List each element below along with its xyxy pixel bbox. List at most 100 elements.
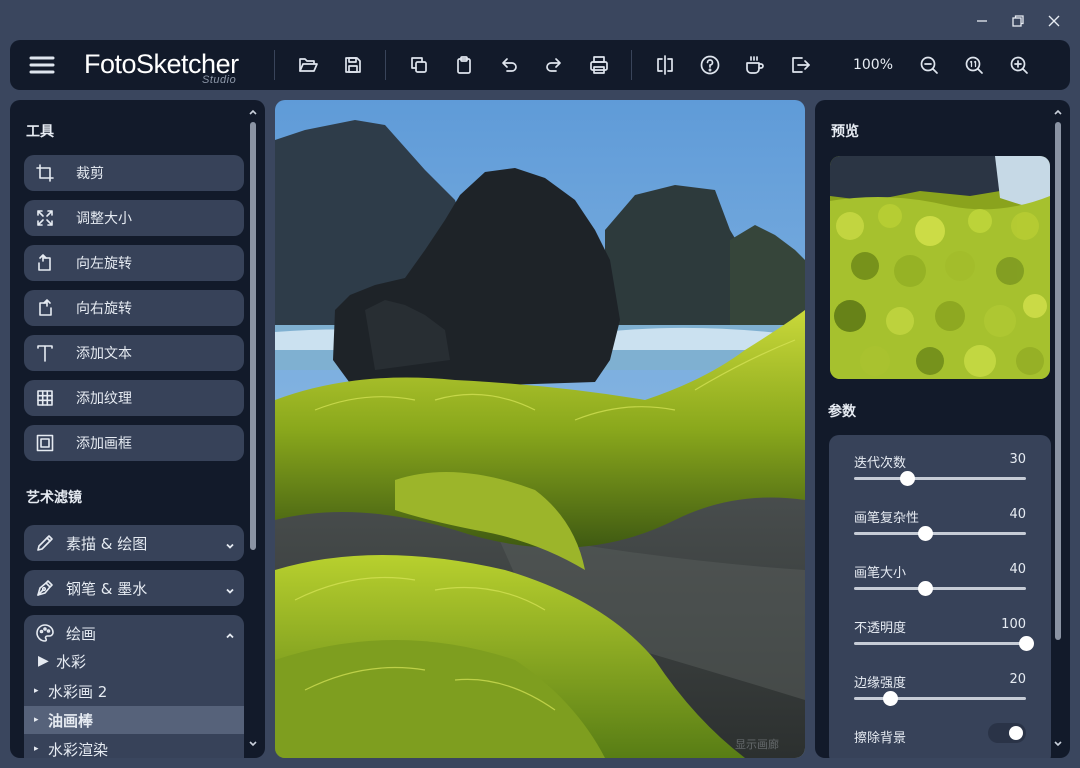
resize-label: 调整大小 <box>76 211 132 227</box>
main-toolbar: FotoSketcher Studio 100% <box>10 40 1070 90</box>
chevron-down-icon <box>249 741 257 747</box>
exit-button[interactable] <box>777 40 822 90</box>
print-icon <box>589 56 608 74</box>
crop-icon <box>24 163 66 183</box>
copy-button[interactable] <box>396 40 441 90</box>
scroll-down-button[interactable] <box>1052 740 1064 750</box>
slider-track[interactable] <box>854 587 1026 590</box>
scroll-up-button[interactable] <box>247 108 259 118</box>
rotate-right-button[interactable]: 向右旋转 <box>24 290 244 326</box>
filter-item-watercolor-2[interactable]: ▸ 水彩画 2 <box>24 677 244 705</box>
slider-track[interactable] <box>854 532 1026 535</box>
pen-nib-icon <box>24 578 66 598</box>
param-value: 100 <box>1001 617 1026 632</box>
right-scrollbar-thumb[interactable] <box>1055 122 1061 640</box>
donate-button[interactable] <box>732 40 777 90</box>
paste-icon <box>456 56 471 74</box>
save-icon <box>344 57 361 73</box>
add-text-button[interactable]: 添加文本 <box>24 335 244 371</box>
painting-group-label: 绘画 <box>66 624 97 643</box>
text-icon <box>24 343 66 363</box>
print-button[interactable] <box>576 40 621 90</box>
image-canvas[interactable]: 显示画廊 <box>275 100 805 758</box>
param-value: 40 <box>1009 562 1026 577</box>
param-label: 不透明度 <box>854 621 907 636</box>
slider-thumb[interactable] <box>883 691 899 706</box>
slider-thumb[interactable] <box>917 526 933 541</box>
toolbar-separator <box>274 50 275 80</box>
slider-track[interactable] <box>854 477 1026 480</box>
menu-button[interactable] <box>10 40 74 90</box>
sketch-filter-label: 素描 & 绘图 <box>66 534 148 553</box>
minimize-button[interactable] <box>964 10 1000 32</box>
minimize-icon <box>977 20 987 22</box>
add-texture-button[interactable]: 添加纹理 <box>24 380 244 416</box>
param-value: 30 <box>1009 452 1026 467</box>
window-controls <box>964 10 1072 32</box>
exit-icon <box>791 57 810 73</box>
preview-image <box>830 156 1050 379</box>
rotate-left-button[interactable]: 向左旋转 <box>24 245 244 281</box>
add-frame-button[interactable]: 添加画框 <box>24 425 244 461</box>
toggle-knob <box>1009 726 1023 740</box>
save-button[interactable] <box>330 40 375 90</box>
toolbar-separator <box>385 50 386 80</box>
param-label: 画笔大小 <box>854 566 907 581</box>
compare-icon <box>656 55 673 75</box>
crop-button[interactable]: 裁剪 <box>24 155 244 191</box>
resize-icon <box>24 208 66 228</box>
slider-track[interactable] <box>854 642 1026 645</box>
chevron-down-icon <box>224 582 236 601</box>
close-icon <box>1048 15 1060 27</box>
undo-button[interactable] <box>486 40 531 90</box>
params-title: 参数 <box>828 404 856 420</box>
restore-button[interactable] <box>1000 10 1036 32</box>
scroll-up-button[interactable] <box>1052 108 1064 118</box>
filter-item-oil-pastel[interactable]: ▸ 油画棒 <box>24 706 244 734</box>
slider-thumb[interactable] <box>1019 636 1034 651</box>
tools-panel: 工具 裁剪 调整大小 向左旋转 向右旋转 添加文本 添加纹理 添加画框 艺术滤镜… <box>10 100 265 758</box>
app-logo: FotoSketcher Studio <box>74 40 264 90</box>
paste-button[interactable] <box>441 40 486 90</box>
erase-background-toggle[interactable] <box>988 723 1026 743</box>
logo-subtext: Studio <box>202 74 237 86</box>
zoom-in-button[interactable] <box>996 40 1041 90</box>
zoom-out-icon <box>920 56 938 74</box>
scroll-down-button[interactable] <box>247 740 259 750</box>
resize-button[interactable]: 调整大小 <box>24 200 244 236</box>
sketch-filter-group[interactable]: 素描 & 绘图 <box>24 525 244 561</box>
close-button[interactable] <box>1036 10 1072 32</box>
filters-title: 艺术滤镜 <box>26 490 82 506</box>
zoom-fit-button[interactable] <box>951 40 996 90</box>
palette-icon <box>24 623 66 643</box>
slider-thumb[interactable] <box>900 471 916 486</box>
rotate-right-icon <box>24 298 66 318</box>
filter-item-watercolor-render[interactable]: ▸ 水彩渲染 <box>24 735 244 759</box>
zoom-in-icon <box>1010 56 1028 74</box>
painting-group-header[interactable]: 绘画 <box>24 615 244 651</box>
pen-filter-label: 钢笔 & 墨水 <box>66 579 148 598</box>
restore-icon <box>1012 15 1024 27</box>
filter-item-label: 水彩渲染 <box>48 740 109 759</box>
pencil-icon <box>24 533 66 553</box>
help-icon <box>700 55 719 75</box>
chevron-down-icon <box>224 537 236 556</box>
filter-item-watercolor[interactable]: ▶ 水彩 <box>24 647 244 675</box>
slider-track[interactable] <box>854 697 1026 700</box>
zoom-out-button[interactable] <box>906 40 951 90</box>
left-scrollbar-thumb[interactable] <box>250 122 256 550</box>
landscape-photo <box>275 100 805 758</box>
preview-title: 预览 <box>831 124 859 140</box>
chevron-up-icon <box>249 109 257 115</box>
pen-filter-group[interactable]: 钢笔 & 墨水 <box>24 570 244 606</box>
slider-thumb[interactable] <box>917 581 933 596</box>
help-button[interactable] <box>687 40 732 90</box>
open-button[interactable] <box>285 40 330 90</box>
bullet-icon: ▸ <box>34 715 39 725</box>
redo-icon <box>545 58 561 72</box>
compare-button[interactable] <box>642 40 687 90</box>
zoom-fit-icon <box>965 56 983 74</box>
toolbar-separator <box>631 50 632 80</box>
redo-button[interactable] <box>531 40 576 90</box>
show-gallery-link[interactable]: 显示画廊 <box>735 736 779 752</box>
